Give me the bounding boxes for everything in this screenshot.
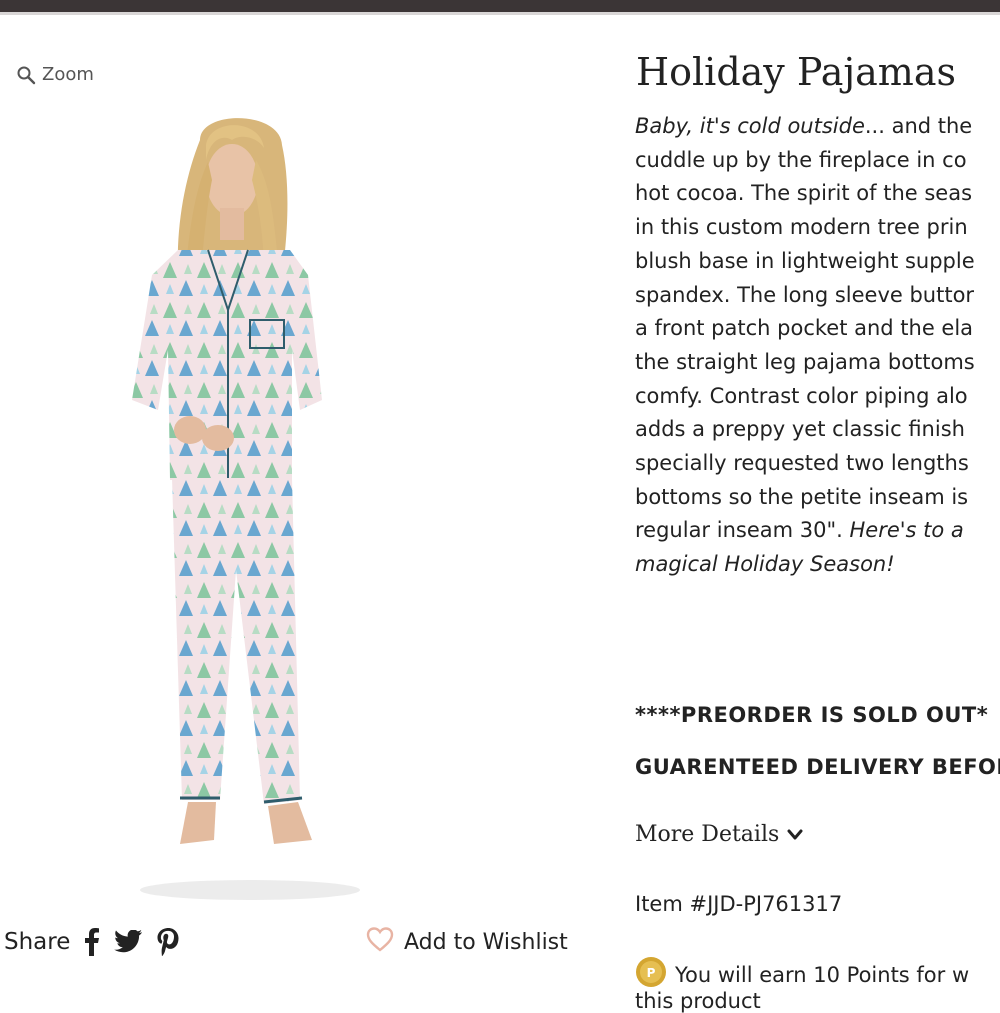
magnifier-icon — [16, 65, 36, 85]
top-bar-divider — [0, 12, 1000, 15]
heart-icon — [366, 926, 394, 958]
description-line: blush base in lightweight supple — [635, 248, 975, 273]
wishlist-label: Add to Wishlist — [404, 929, 568, 955]
description-line: comfy. Contrast color piping alo — [635, 383, 968, 408]
top-bar — [0, 0, 1000, 12]
description-line: specially requested two lengths — [635, 451, 969, 476]
svg-text:P: P — [647, 966, 656, 980]
description-line: bottoms so the petite inseam is — [635, 484, 969, 509]
description-line: regular inseam 30". Here's to a — [635, 518, 964, 543]
description-line: cuddle up by the fireplace in co — [635, 147, 967, 172]
chevron-down-icon — [787, 822, 803, 847]
add-to-wishlist-button[interactable]: Add to Wishlist — [366, 926, 568, 958]
product-image[interactable] — [60, 100, 440, 910]
share-label: Share — [4, 929, 71, 955]
pinterest-icon[interactable] — [156, 928, 180, 956]
delivery-notice: GUARENTEED DELIVERY BEFOR — [635, 755, 1000, 779]
points-text-continued: this product — [635, 989, 761, 1013]
share-bar: Share — [4, 928, 180, 956]
description-line: hot cocoa. The spirit of the seas — [635, 181, 973, 206]
points-text: You will earn 10 Points for w — [675, 962, 970, 987]
reward-points: P You will earn 10 Points for w — [635, 956, 969, 993]
points-coin-icon: P — [635, 956, 667, 993]
item-number: Item #JJD-PJ761317 — [635, 892, 843, 916]
zoom-button[interactable]: Zoom — [16, 64, 94, 85]
description-line: a front patch pocket and the ela — [635, 316, 974, 341]
description-line: in this custom modern tree prin — [635, 215, 968, 240]
description-line: the straight leg pajama bottoms — [635, 349, 975, 374]
description-line: Baby, it's cold outside... and the — [635, 114, 973, 138]
description-line: magical Holiday Season! — [635, 552, 895, 577]
description-line: adds a preppy yet classic finish — [635, 417, 965, 442]
preorder-notice: ****PREORDER IS SOLD OUT* — [635, 703, 989, 727]
more-details-toggle[interactable]: More Details — [635, 822, 803, 847]
product-title: Holiday Pajamas — [636, 50, 956, 94]
product-description: Baby, it's cold outside... and the cuddl… — [635, 110, 1000, 582]
description-line: spandex. The long sleeve buttor — [635, 282, 975, 307]
more-details-label: More Details — [635, 822, 780, 847]
twitter-icon[interactable] — [114, 930, 143, 954]
facebook-icon[interactable] — [84, 928, 100, 956]
zoom-label: Zoom — [42, 64, 94, 85]
